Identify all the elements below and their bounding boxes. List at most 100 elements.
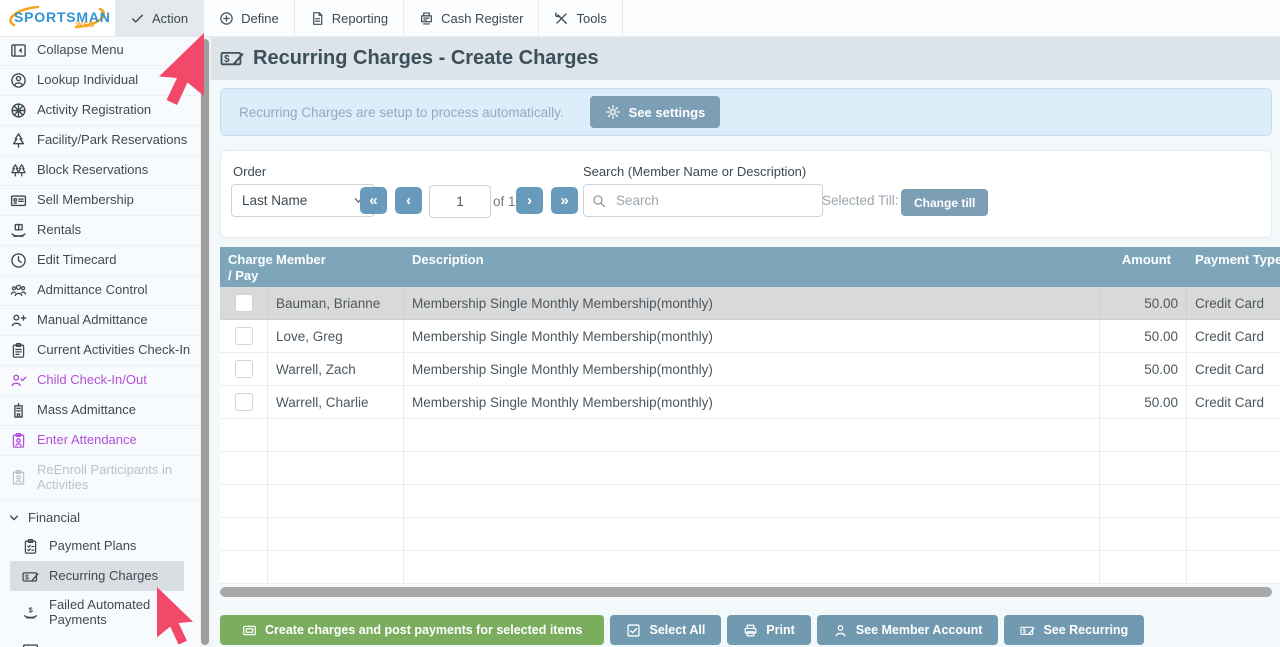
page-number-input[interactable] [429,185,491,218]
first-page-button[interactable]: « [360,187,387,214]
sidebar-item[interactable]: Enter Attendance [0,426,200,456]
row-checkbox[interactable] [235,294,253,312]
sidebar-item[interactable]: Manual Admittance [0,306,200,336]
footer-actions: Create charges and post payments for sel… [220,615,1144,645]
table-row[interactable]: Bauman, Brianne Membership Single Monthl… [220,287,1280,320]
nav-tab-label: Cash Register [441,11,523,26]
last-page-button[interactable]: » [551,187,578,214]
sidebar: Collapse Menu Lookup Individual Activity… [0,36,200,647]
order-select-value: Last Name [242,193,307,208]
sidebar-item[interactable]: Child Check-In/Out [0,366,200,396]
sidebar-item-label: Facility/Park Reservations [37,133,187,148]
sidebar-item[interactable]: Rentals [0,216,200,246]
next-page-button[interactable]: › [516,187,543,214]
search-icon [592,194,606,208]
person-plus-icon [10,312,27,329]
table-empty-row [220,485,1280,518]
footer-action-button[interactable]: Create charges and post payments for sel… [220,615,604,645]
sidebar-item[interactable]: Admittance Control [0,276,200,306]
cell-amount: 50.00 [1100,320,1187,353]
table-header-row: Charge / Pay Member Description Amount P… [220,247,1280,287]
people-icon [10,282,27,299]
sidebar-scrollbar[interactable] [200,36,211,647]
table-empty-row [220,518,1280,551]
tree-icon [10,132,27,149]
cell-amount: 50.00 [1100,353,1187,386]
cell-member: Love, Greg [268,320,404,353]
cell-payment-type: Credit Card [1187,287,1280,320]
row-checkbox[interactable] [235,327,253,345]
clock-icon [10,252,27,269]
nav-tab-label: Reporting [332,11,388,26]
table-empty-row [220,452,1280,485]
change-till-button[interactable]: Change till [901,189,988,216]
sidebar-item[interactable]: Facility/Park Reservations [0,126,200,156]
info-banner: Recurring Charges are setup to process a… [220,88,1272,136]
table-empty-row [220,551,1280,584]
selected-till-label: Selected Till: [822,193,899,208]
app-logo[interactable]: SPORTSMAN WEB [0,0,115,36]
table-row[interactable]: Love, Greg Membership Single Monthly Mem… [220,320,1280,353]
prev-page-button[interactable]: ‹ [395,187,422,214]
nav-tab-label: Tools [576,11,606,26]
card-icon [22,641,39,647]
sidebar-item-label: Sell Membership [37,193,134,208]
nav-tab[interactable]: Tools [539,0,622,36]
search-input[interactable] [614,192,814,209]
see-settings-button[interactable]: See settings [590,96,721,128]
sidebar-subitem-label: Payment Plans [49,539,136,554]
pointer-arrow-action [158,31,208,109]
brand-sub: WEB [76,22,95,29]
row-checkbox[interactable] [235,360,253,378]
card-box-icon [242,623,257,638]
sidebar-item[interactable]: ReEnroll Participants in Activities [0,456,200,500]
card-icon [10,192,27,209]
nav-tab[interactable]: Define [204,0,295,36]
nav-tab[interactable]: Reporting [295,0,404,36]
sidebar-item[interactable]: Current Activities Check-In [0,336,200,366]
footer-action-button[interactable]: Print [727,615,810,645]
nav-tab[interactable]: Cash Register [404,0,539,36]
footer-action-label: Print [766,623,794,637]
sidebar-item[interactable]: Sell Membership [0,186,200,216]
order-select[interactable]: Last Name [231,184,375,217]
sidebar-scrollbar-thumb[interactable] [201,39,209,645]
table-row[interactable]: Warrell, Charlie Membership Single Month… [220,386,1280,419]
page-header: Recurring Charges - Create Charges [211,36,1280,80]
nav-tab-label: Define [241,11,279,26]
footer-action-button[interactable]: Select All [610,615,721,645]
sidebar-subitem[interactable]: Payment Plans [0,531,200,561]
search-box [583,184,823,217]
sidebar-item[interactable]: Edit Timecard [0,246,200,276]
sidebar-item-label: Activity Registration [37,103,151,118]
sidebar-item-label: Edit Timecard [37,253,116,268]
order-label: Order [233,164,266,179]
sidebar-item-label: Mass Admittance [37,403,136,418]
sidebar-subitem-label: Recurring Charges [49,569,158,584]
table-horizontal-scrollbar[interactable] [220,586,1277,598]
nav-tab-label: Action [152,11,188,26]
cell-member: Warrell, Charlie [268,386,404,419]
info-banner-text: Recurring Charges are setup to process a… [239,105,564,120]
footer-action-label: Create charges and post payments for sel… [265,623,582,637]
footer-action-button[interactable]: See Member Account [817,615,999,645]
sidebar-item[interactable]: Mass Admittance [0,396,200,426]
sidebar-group-financial[interactable]: Financial [0,500,200,531]
column-header-member: Member [268,247,404,287]
trees-icon [10,162,27,179]
sidebar-item-label: Child Check-In/Out [37,373,147,388]
footer-action-button[interactable]: See Recurring [1004,615,1144,645]
table-row[interactable]: Warrell, Zach Membership Single Monthly … [220,353,1280,386]
column-header-payment-type: Payment Type [1187,247,1280,287]
clipboard-list-icon [22,538,39,555]
sidebar-item-label: Block Reservations [37,163,148,178]
cell-description: Membership Single Monthly Membership(mon… [404,320,1100,353]
table-horizontal-scrollbar-thumb[interactable] [220,587,1272,597]
chevron-down-icon [8,512,20,524]
sidebar-item[interactable]: Block Reservations [0,156,200,186]
pointer-arrow-recurring-charges [155,586,197,646]
footer-action-label: Select All [649,623,705,637]
square-check-icon [626,623,641,638]
gear-icon [605,104,621,120]
row-checkbox[interactable] [235,393,253,411]
